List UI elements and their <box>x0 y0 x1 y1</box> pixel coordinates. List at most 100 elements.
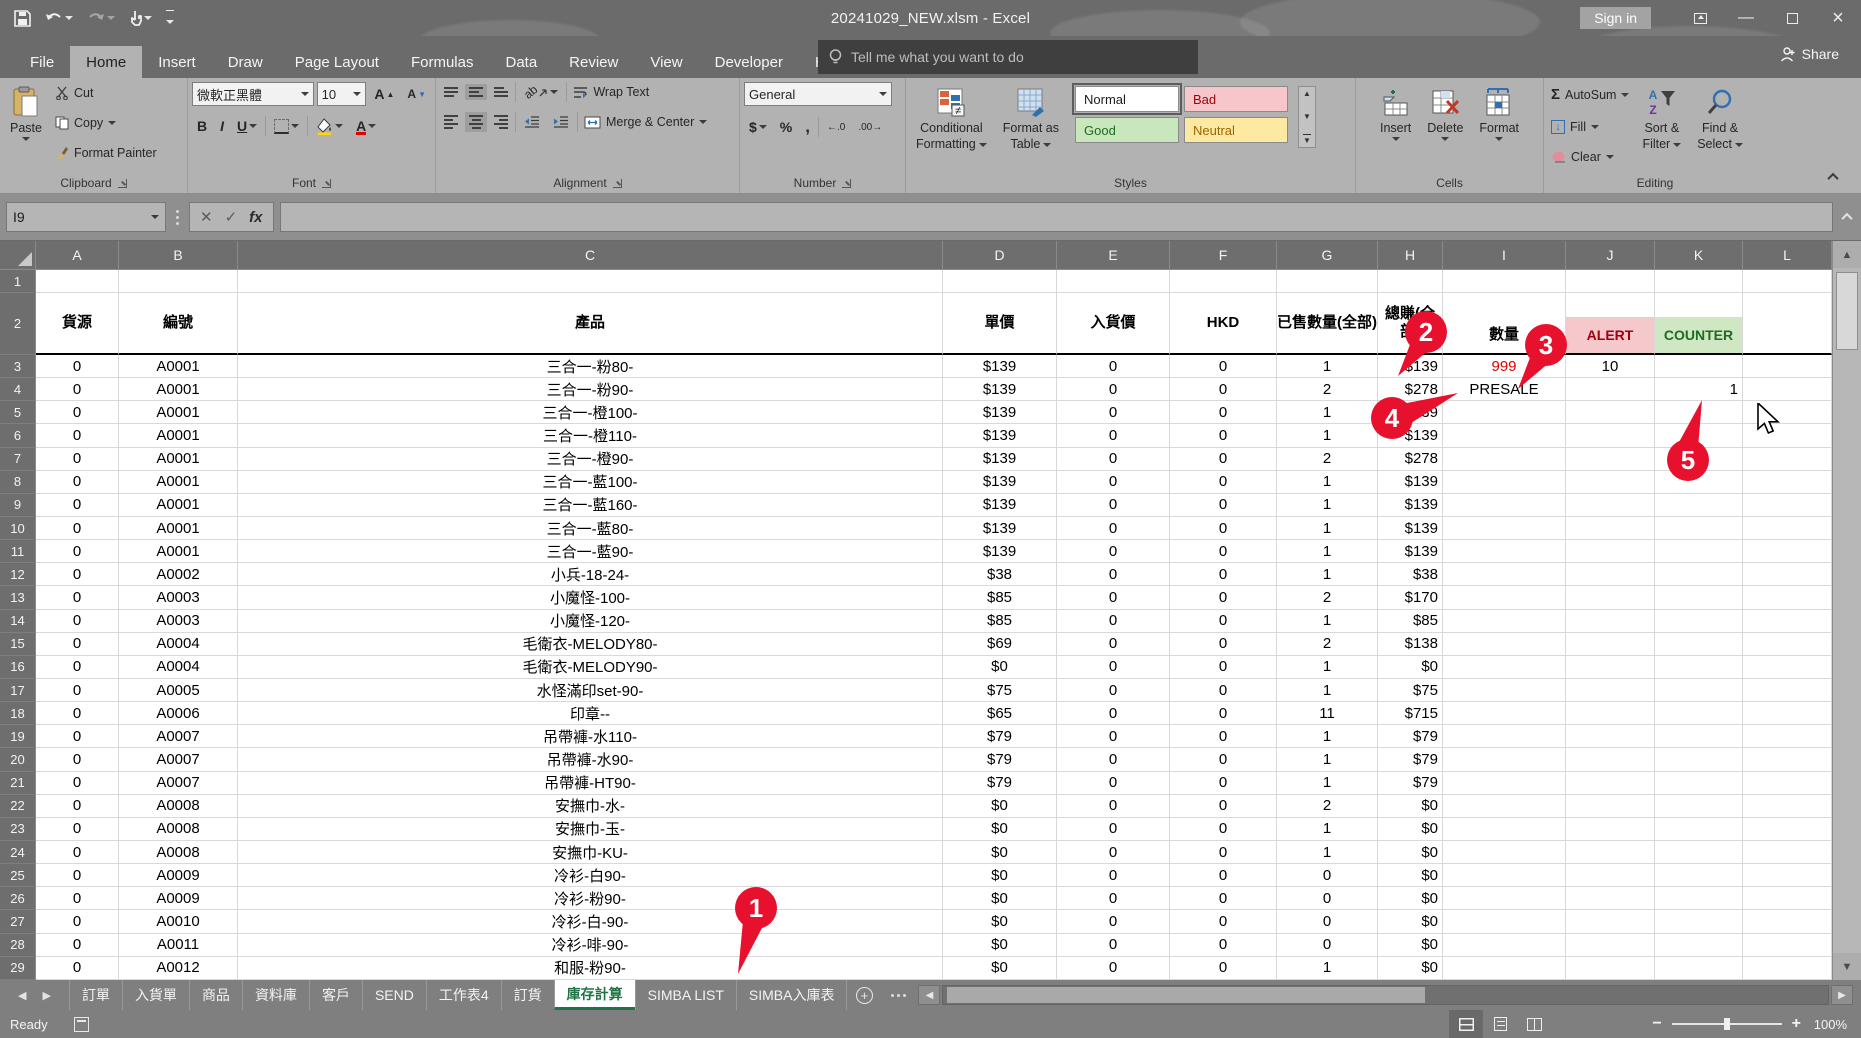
menu-tab-page-layout[interactable]: Page Layout <box>279 46 395 78</box>
cell-C4[interactable]: 三合一-粉90- <box>238 378 943 401</box>
cell-E20[interactable]: 0 <box>1057 748 1170 771</box>
sign-in-button[interactable]: Sign in <box>1580 7 1651 29</box>
cell-I2[interactable]: 數量 <box>1443 293 1566 355</box>
scroll-up-button[interactable]: ▲ <box>1833 241 1861 268</box>
cell-F10[interactable]: 0 <box>1170 517 1277 540</box>
alignment-dialog-launcher[interactable] <box>613 179 622 188</box>
row-header-15[interactable]: 15 <box>0 633 36 656</box>
horizontal-scroll-thumb[interactable] <box>947 987 1425 1003</box>
cell-C7[interactable]: 三合一-橙90- <box>238 448 943 471</box>
cell-D15[interactable]: $69 <box>943 633 1057 656</box>
cell-L14[interactable] <box>1743 610 1832 633</box>
cell-I23[interactable] <box>1443 818 1566 841</box>
cell-J13[interactable] <box>1566 586 1655 609</box>
name-box-dropdown[interactable] <box>151 215 159 219</box>
cell-B14[interactable]: A0003 <box>119 610 238 633</box>
align-center-button[interactable] <box>465 112 487 132</box>
cell-B15[interactable]: A0004 <box>119 633 238 656</box>
minimize-button[interactable]: — <box>1723 0 1769 36</box>
insert-function-button[interactable]: fx <box>249 209 262 226</box>
cell-A27[interactable]: 0 <box>36 910 119 933</box>
cell-C27[interactable]: 冷衫-白-90- <box>238 910 943 933</box>
prev-sheet-button[interactable]: ◀ <box>18 989 26 1002</box>
cell-C19[interactable]: 吊帶褲-水110- <box>238 725 943 748</box>
sheet-tab-simba入庫表[interactable]: SIMBA入庫表 <box>736 980 848 1010</box>
cell-H16[interactable]: $0 <box>1378 656 1443 679</box>
menu-tab-draw[interactable]: Draw <box>212 46 279 78</box>
cell-F23[interactable]: 0 <box>1170 818 1277 841</box>
style-neutral[interactable]: Neutral <box>1184 117 1288 143</box>
cell-E5[interactable]: 0 <box>1057 401 1170 424</box>
new-sheet-button[interactable]: + <box>847 980 881 1010</box>
percent-style-button[interactable]: % <box>775 118 797 136</box>
cell-J27[interactable] <box>1566 910 1655 933</box>
cell-D23[interactable]: $0 <box>943 818 1057 841</box>
cell-L23[interactable] <box>1743 818 1832 841</box>
cell-G2[interactable]: 已售數量(全部) <box>1277 293 1378 355</box>
zoom-slider-thumb[interactable] <box>1724 1018 1730 1030</box>
cell-L3[interactable] <box>1743 355 1832 378</box>
row-header-4[interactable]: 4 <box>0 378 36 401</box>
menu-tab-home[interactable]: Home <box>70 46 142 78</box>
col-header-G[interactable]: G <box>1277 241 1378 270</box>
cell-E28[interactable]: 0 <box>1057 934 1170 957</box>
cell-J28[interactable] <box>1566 934 1655 957</box>
cell-F6[interactable]: 0 <box>1170 424 1277 447</box>
cell-L28[interactable] <box>1743 934 1832 957</box>
cell-F15[interactable]: 0 <box>1170 633 1277 656</box>
cell-I10[interactable] <box>1443 517 1566 540</box>
cell-I7[interactable] <box>1443 448 1566 471</box>
cell-C28[interactable]: 冷衫-啡-90- <box>238 934 943 957</box>
cell-J1[interactable] <box>1566 270 1655 293</box>
cell-G26[interactable]: 0 <box>1277 887 1378 910</box>
cell-D7[interactable]: $139 <box>943 448 1057 471</box>
cell-A25[interactable]: 0 <box>36 864 119 887</box>
cell-G27[interactable]: 0 <box>1277 910 1378 933</box>
cell-L26[interactable] <box>1743 887 1832 910</box>
fill-color-button[interactable] <box>311 117 348 136</box>
cell-F2[interactable]: HKD <box>1170 293 1277 355</box>
formula-input[interactable] <box>280 202 1834 232</box>
autosum-button[interactable]: Σ AutoSum <box>1548 85 1632 104</box>
tell-me-search[interactable]: Tell me what you want to do <box>818 40 1198 74</box>
cell-G5[interactable]: 1 <box>1277 401 1378 424</box>
cell-A8[interactable]: 0 <box>36 471 119 494</box>
row-header-19[interactable]: 19 <box>0 725 36 748</box>
cell-L17[interactable] <box>1743 679 1832 702</box>
cell-A5[interactable]: 0 <box>36 401 119 424</box>
cell-J26[interactable] <box>1566 887 1655 910</box>
cell-J9[interactable] <box>1566 494 1655 517</box>
cell-C18[interactable]: 印章-- <box>238 702 943 725</box>
decrease-decimal-button[interactable]: .00→ <box>853 121 887 134</box>
cell-H7[interactable]: $278 <box>1378 448 1443 471</box>
cell-E29[interactable]: 0 <box>1057 957 1170 980</box>
cell-E21[interactable]: 0 <box>1057 772 1170 795</box>
cell-E27[interactable]: 0 <box>1057 910 1170 933</box>
cell-A16[interactable]: 0 <box>36 656 119 679</box>
row-header-14[interactable]: 14 <box>0 610 36 633</box>
cell-K16[interactable] <box>1655 656 1743 679</box>
sort-filter-button[interactable]: AZ Sort & Filter <box>1636 82 1687 155</box>
cell-I12[interactable] <box>1443 563 1566 586</box>
cell-I11[interactable] <box>1443 540 1566 563</box>
cell-J21[interactable] <box>1566 772 1655 795</box>
cell-C22[interactable]: 安撫巾-水- <box>238 795 943 818</box>
cell-C14[interactable]: 小魔怪-120- <box>238 610 943 633</box>
cell-F21[interactable]: 0 <box>1170 772 1277 795</box>
row-header-10[interactable]: 10 <box>0 517 36 540</box>
sheet-tab-send[interactable]: SEND <box>362 980 426 1010</box>
shrink-font-button[interactable]: A▼ <box>402 86 431 102</box>
cell-L4[interactable] <box>1743 378 1832 401</box>
enter-formula-button[interactable]: ✓ <box>225 208 238 226</box>
horizontal-scrollbar[interactable]: ◀ ▶ <box>916 980 1861 1010</box>
cell-F28[interactable]: 0 <box>1170 934 1277 957</box>
decrease-indent-button[interactable] <box>519 115 545 129</box>
scroll-left-button[interactable]: ◀ <box>918 985 940 1005</box>
cell-B5[interactable]: A0001 <box>119 401 238 424</box>
comma-style-button[interactable]: , <box>800 116 815 138</box>
row-header-29[interactable]: 29 <box>0 957 36 980</box>
row-header-8[interactable]: 8 <box>0 471 36 494</box>
cell-H18[interactable]: $715 <box>1378 702 1443 725</box>
cell-L21[interactable] <box>1743 772 1832 795</box>
row-header-27[interactable]: 27 <box>0 910 36 933</box>
